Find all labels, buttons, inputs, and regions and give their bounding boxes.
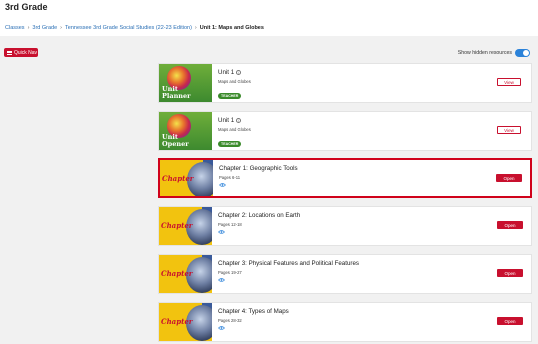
resource-title-text: Unit 1: [218, 69, 235, 76]
teacher-badge: TEACHER: [218, 93, 242, 99]
resource-title: Unit 1i: [218, 69, 251, 76]
resource-title-text: Unit 1: [218, 117, 235, 124]
resource-title: Chapter 2: Locations on Earth: [218, 212, 301, 219]
unit-planner-thumbnail[interactable]: Unit Planner: [159, 64, 212, 102]
open-button[interactable]: Open: [497, 221, 523, 229]
resource-card-chapter-1[interactable]: Chapter Chapter 1: Geographic Tools Page…: [158, 158, 532, 198]
chapter-thumbnail[interactable]: Chapter: [159, 303, 212, 341]
page-title: 3rd Grade: [5, 2, 48, 12]
eye-icon[interactable]: [218, 326, 225, 330]
resource-info: Unit 1i Maps and Globes TEACHER: [218, 117, 251, 150]
breadcrumb: Classes › 3rd Grade › Tennessee 3rd Grade So…: [5, 25, 264, 31]
resource-info: Chapter 4: Types of Maps Pages 28-32: [218, 308, 289, 330]
resource-info: Chapter 2: Locations on Earth Pages 12-1…: [218, 212, 300, 234]
resource-title: Chapter 3: Physical Features and Politic…: [218, 260, 360, 267]
resource-card-unit-planner[interactable]: Unit Planner Unit 1i Maps and Globes TEAC…: [158, 63, 532, 103]
info-icon[interactable]: i: [236, 70, 242, 75]
toggle-knob: [523, 50, 529, 56]
resource-pages: Pages 12-18: [218, 222, 242, 227]
teacher-badge: TEACHER: [218, 141, 242, 147]
quick-nav-label: Quick Nav: [14, 49, 38, 56]
resource-title: Chapter 1: Geographic Tools: [219, 165, 298, 172]
resource-info: Unit 1i Maps and Globes TEACHER: [218, 69, 251, 102]
unit-opener-thumbnail[interactable]: Unit Opener: [159, 112, 212, 150]
hidden-resources-toggle-group: Show hidden resources: [458, 49, 530, 57]
resource-title: Chapter 4: Types of Maps: [218, 308, 289, 315]
hidden-resources-label: Show hidden resources: [457, 50, 512, 56]
eye-icon[interactable]: [219, 183, 226, 187]
resource-pages: Pages 28-32: [218, 318, 242, 323]
view-button[interactable]: View: [497, 126, 521, 134]
top-header: 3rd Grade Classes › 3rd Grade › Tennessee 3r…: [0, 0, 538, 36]
thumbnail-caption: Unit Planner: [162, 85, 191, 100]
info-icon[interactable]: i: [236, 118, 242, 123]
chapter-thumbnail[interactable]: Chapter: [159, 255, 212, 293]
breadcrumb-link-grade[interactable]: 3rd Grade: [32, 25, 57, 31]
resource-pages: Pages 19-27: [218, 270, 242, 275]
breadcrumb-link-classes[interactable]: Classes: [5, 25, 25, 31]
thumbnail-caption: Unit Opener: [162, 133, 189, 148]
open-button[interactable]: Open: [497, 317, 523, 325]
open-button[interactable]: Open: [497, 269, 523, 277]
thumbnail-caption: Chapter: [162, 174, 194, 183]
breadcrumb-separator: ›: [194, 25, 197, 31]
chapter-thumbnail[interactable]: Chapter: [159, 207, 212, 245]
view-button[interactable]: View: [497, 78, 521, 86]
resource-pages: Pages 6-11: [219, 175, 241, 180]
chapter-thumbnail[interactable]: Chapter: [160, 160, 213, 196]
thumbnail-caption: Chapter: [161, 269, 193, 278]
hidden-resources-toggle[interactable]: [515, 49, 530, 57]
thumbnail-caption: Chapter: [161, 221, 193, 230]
breadcrumb-separator: ›: [27, 25, 30, 31]
resource-card-chapter-3[interactable]: Chapter Chapter 3: Physical Features and…: [158, 254, 532, 294]
resource-info: Chapter 1: Geographic Tools Pages 6-11: [219, 165, 298, 187]
resource-subtitle: Maps and Globes: [218, 127, 251, 132]
thumbnail-caption: Chapter: [161, 317, 193, 326]
resource-card-unit-opener[interactable]: Unit Opener Unit 1i Maps and Globes TEACH…: [158, 111, 532, 151]
resource-title: Unit 1i: [218, 117, 251, 124]
quick-nav-button[interactable]: Quick Nav: [4, 48, 38, 57]
resource-subtitle: Maps and Globes: [218, 79, 251, 84]
resource-info: Chapter 3: Physical Features and Politic…: [218, 260, 359, 282]
menu-icon: [7, 50, 12, 55]
breadcrumb-separator: ›: [60, 25, 63, 31]
resource-card-chapter-4[interactable]: Chapter Chapter 4: Types of Maps Pages 2…: [158, 302, 532, 342]
eye-icon[interactable]: [218, 278, 225, 282]
breadcrumb-current: Unit 1: Maps and Globes: [199, 25, 264, 31]
breadcrumb-link-course[interactable]: Tennessee 3rd Grade Social Studies (22-2…: [65, 25, 192, 31]
resource-card-chapter-2[interactable]: Chapter Chapter 2: Locations on Earth Pa…: [158, 206, 532, 246]
open-button[interactable]: Open: [496, 174, 522, 182]
eye-icon[interactable]: [218, 230, 225, 234]
